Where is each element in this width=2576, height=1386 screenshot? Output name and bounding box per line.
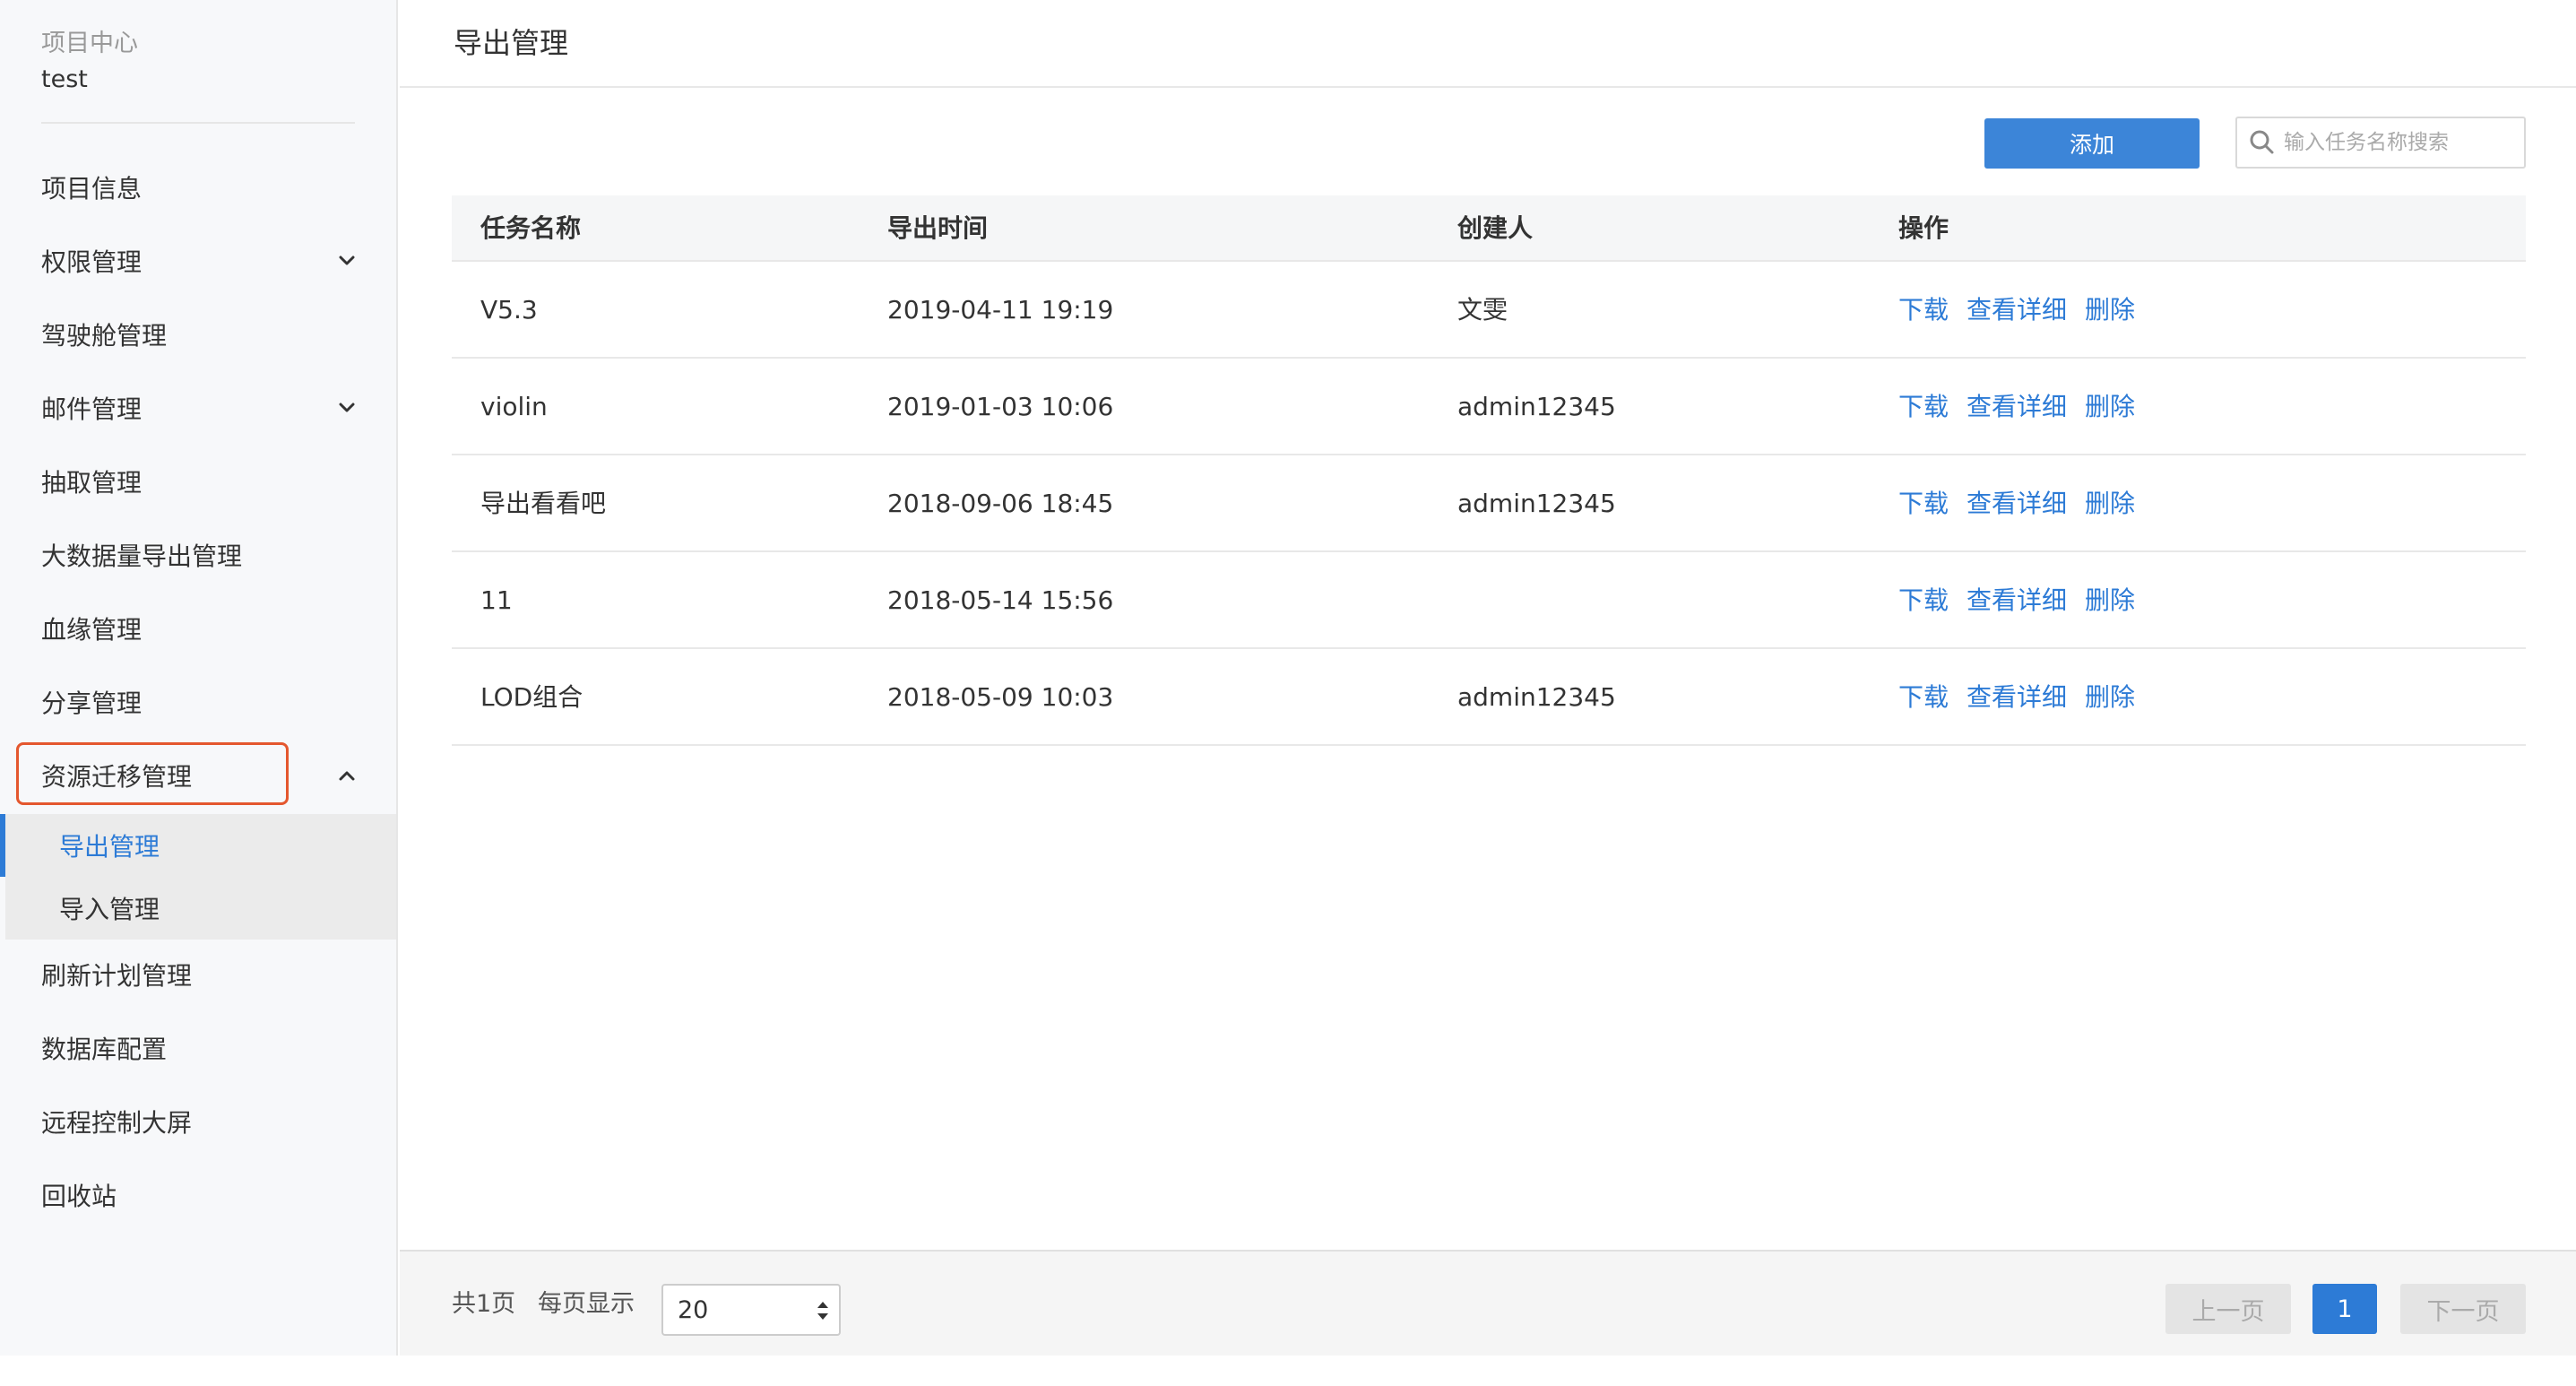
prev-page-button[interactable]: 上一页 [2165, 1284, 2291, 1334]
sidebar-subitem-import[interactable]: 导入管理 [5, 877, 396, 940]
delete-link[interactable]: 删除 [2085, 455, 2135, 552]
cell-export-time: 2018-05-14 15:56 [887, 585, 1114, 615]
cell-actions: 下载 查看详细 删除 [1898, 262, 2135, 359]
per-page-label: 每页显示 [538, 1290, 635, 1318]
download-link[interactable]: 下载 [1898, 455, 1949, 552]
delete-link[interactable]: 删除 [2085, 359, 2135, 455]
add-button[interactable]: 添加 [1984, 118, 2200, 169]
total-pages: 共1页 [452, 1290, 516, 1318]
select-arrows-icon [817, 1302, 828, 1320]
sidebar-item-database-config[interactable]: 数据库配置 [0, 1017, 396, 1079]
table-row: 导出看看吧 2018-09-06 18:45 admin12345 下载 查看详… [452, 455, 2526, 552]
sidebar-item-label: 刷新计划管理 [41, 961, 193, 991]
cell-task-name: violin [480, 392, 548, 421]
sidebar-item-label: 项目信息 [41, 174, 143, 204]
view-detail-link[interactable]: 查看详细 [1967, 552, 2067, 649]
sidebar-item-label: 数据库配置 [41, 1035, 168, 1064]
cell-task-name: 导出看看吧 [480, 489, 607, 518]
sidebar-item-bigdata-export[interactable]: 大数据量导出管理 [0, 524, 396, 586]
cell-export-time: 2019-01-03 10:06 [887, 392, 1114, 421]
sidebar-subitem-label: 导出管理 [59, 832, 160, 862]
table-row: 11 2018-05-14 15:56 下载 查看详细 删除 [452, 552, 2526, 649]
sidebar-item-refresh-plan[interactable]: 刷新计划管理 [0, 943, 396, 1006]
sidebar-item-label: 资源迁移管理 [41, 762, 193, 792]
page-header: 导出管理 [400, 0, 2576, 88]
sidebar-item-cockpit[interactable]: 驾驶舱管理 [0, 303, 396, 366]
chevron-up-icon [339, 771, 355, 781]
download-link[interactable]: 下载 [1898, 552, 1949, 649]
pagination-bar: 共1页 每页显示 20 上一页 1 下一页 [400, 1250, 2576, 1356]
task-table: 任务名称 导出时间 创建人 操作 V5.3 2019-04-11 19:19 文… [452, 195, 2526, 746]
page-number-button[interactable]: 1 [2312, 1284, 2377, 1334]
column-header-task-name: 任务名称 [480, 213, 582, 243]
column-header-export-time: 导出时间 [887, 213, 989, 243]
sidebar-item-project-info[interactable]: 项目信息 [0, 156, 396, 219]
cell-task-name: LOD组合 [480, 682, 583, 712]
search-input[interactable] [2284, 131, 2517, 154]
sidebar-item-extract[interactable]: 抽取管理 [0, 450, 396, 513]
sidebar-item-label: 回收站 [41, 1182, 117, 1211]
submenu-resource-migration: 导出管理 导入管理 [0, 814, 396, 940]
table-row: violin 2019-01-03 10:06 admin12345 下载 查看… [452, 359, 2526, 455]
table-row: V5.3 2019-04-11 19:19 文雯 下载 查看详细 删除 [452, 262, 2526, 359]
search-box [2235, 117, 2526, 169]
view-detail-link[interactable]: 查看详细 [1967, 455, 2067, 552]
download-link[interactable]: 下载 [1898, 359, 1949, 455]
sidebar-item-recycle-bin[interactable]: 回收站 [0, 1164, 396, 1226]
sidebar-item-resource-migration[interactable]: 资源迁移管理 [0, 744, 396, 807]
sidebar-subitem-label: 导入管理 [59, 895, 160, 924]
sidebar-subitem-export[interactable]: 导出管理 [0, 814, 396, 877]
view-detail-link[interactable]: 查看详细 [1967, 649, 2067, 746]
project-label: 项目中心 [41, 30, 138, 57]
cell-actions: 下载 查看详细 删除 [1898, 455, 2135, 552]
sidebar-item-label: 血缘管理 [41, 615, 143, 645]
sidebar-item-mail[interactable]: 邮件管理 [0, 377, 396, 439]
sidebar: 项目中心 test 项目信息 权限管理 驾驶舱管理 邮件管理 抽取管理 大数据量… [0, 0, 398, 1356]
sidebar-item-remote-screen[interactable]: 远程控制大屏 [0, 1090, 396, 1153]
sidebar-item-label: 远程控制大屏 [41, 1108, 193, 1138]
view-detail-link[interactable]: 查看详细 [1967, 359, 2067, 455]
project-name: test [41, 65, 88, 93]
chevron-down-icon [339, 256, 355, 265]
sidebar-item-label: 邮件管理 [41, 394, 143, 424]
cell-creator: admin12345 [1457, 682, 1616, 712]
delete-link[interactable]: 删除 [2085, 649, 2135, 746]
next-page-button[interactable]: 下一页 [2400, 1284, 2526, 1334]
cell-task-name: V5.3 [480, 295, 538, 325]
chevron-down-icon [339, 403, 355, 412]
sidebar-item-share[interactable]: 分享管理 [0, 671, 396, 733]
per-page-select[interactable]: 20 [661, 1284, 841, 1336]
column-header-actions: 操作 [1898, 213, 1949, 243]
sidebar-item-label: 抽取管理 [41, 468, 143, 498]
cell-actions: 下载 查看详细 删除 [1898, 552, 2135, 649]
column-header-creator: 创建人 [1457, 213, 1534, 243]
project-header: 项目中心 test [41, 29, 355, 124]
cell-export-time: 2018-09-06 18:45 [887, 489, 1114, 518]
delete-link[interactable]: 删除 [2085, 262, 2135, 359]
cell-export-time: 2018-05-09 10:03 [887, 682, 1114, 712]
table-row: LOD组合 2018-05-09 10:03 admin12345 下载 查看详… [452, 649, 2526, 746]
per-page-value: 20 [678, 1295, 709, 1324]
download-link[interactable]: 下载 [1898, 262, 1949, 359]
sidebar-item-label: 分享管理 [41, 689, 143, 718]
sidebar-item-lineage[interactable]: 血缘管理 [0, 597, 396, 660]
cell-creator: admin12345 [1457, 489, 1616, 518]
sidebar-item-permissions[interactable]: 权限管理 [0, 230, 396, 292]
table-header: 任务名称 导出时间 创建人 操作 [452, 195, 2526, 262]
cell-task-name: 11 [480, 585, 513, 615]
view-detail-link[interactable]: 查看详细 [1967, 262, 2067, 359]
search-icon [2250, 130, 2274, 154]
cell-export-time: 2019-04-11 19:19 [887, 295, 1114, 325]
sidebar-item-label: 驾驶舱管理 [41, 321, 168, 351]
cell-actions: 下载 查看详细 删除 [1898, 649, 2135, 746]
page-title: 导出管理 [454, 26, 569, 60]
sidebar-item-label: 权限管理 [41, 247, 143, 277]
delete-link[interactable]: 删除 [2085, 552, 2135, 649]
cell-creator: admin12345 [1457, 392, 1616, 421]
download-link[interactable]: 下载 [1898, 649, 1949, 746]
sidebar-item-label: 大数据量导出管理 [41, 541, 243, 571]
cell-creator: 文雯 [1457, 295, 1508, 325]
cell-actions: 下载 查看详细 删除 [1898, 359, 2135, 455]
